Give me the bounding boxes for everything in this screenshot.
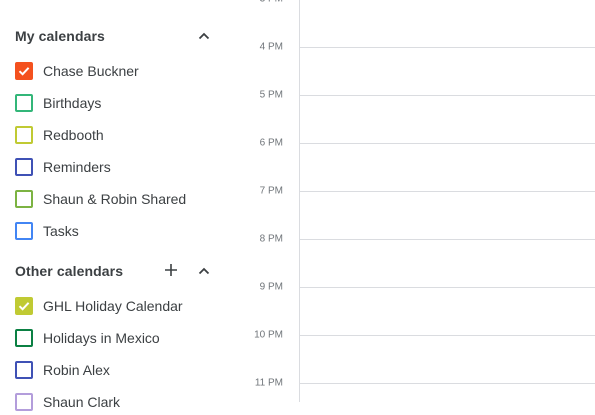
hour-gridline <box>299 287 595 288</box>
calendar-item-tasks[interactable]: Tasks <box>15 218 220 244</box>
collapse-other-calendars-chevron-up-icon[interactable] <box>193 260 215 282</box>
calendar-item-shaun-and-robin-shared[interactable]: Shaun & Robin Shared <box>15 186 220 212</box>
collapse-my-calendars-chevron-up-icon[interactable] <box>193 25 215 47</box>
other-calendars-title: Other calendars <box>15 263 124 279</box>
time-label: 6 PM <box>259 137 283 149</box>
calendar-sidebar: My calendars Chase Buckner Birthdays Redbo… <box>0 0 228 411</box>
checkbox-checked-icon[interactable] <box>15 297 33 315</box>
calendar-item-label: Shaun Clark <box>43 394 121 410</box>
time-label: 7 PM <box>259 185 283 197</box>
other-calendars-header[interactable]: Other calendars <box>15 257 215 285</box>
checkbox-unchecked-icon[interactable] <box>15 329 33 347</box>
time-label: 11 PM <box>254 377 283 389</box>
hour-gridline <box>299 143 595 144</box>
calendar-item-shaun-clark[interactable]: Shaun Clark <box>15 389 220 415</box>
calendar-item-holidays-in-mexico[interactable]: Holidays in Mexico <box>15 325 220 351</box>
add-other-calendar-plus-icon[interactable] <box>160 259 182 281</box>
hour-gridline <box>299 383 595 384</box>
time-label: 5 PM <box>259 89 283 101</box>
hour-gridline <box>299 335 595 336</box>
checkbox-unchecked-icon[interactable] <box>15 190 33 208</box>
calendar-item-label: Chase Buckner <box>43 63 139 79</box>
my-calendars-title: My calendars <box>15 28 105 44</box>
checkbox-unchecked-icon[interactable] <box>15 393 33 411</box>
calendar-item-label: Robin Alex <box>43 362 110 378</box>
grid-vertical-divider <box>299 0 300 402</box>
checkbox-checked-icon[interactable] <box>15 62 33 80</box>
calendar-item-robin-alex[interactable]: Robin Alex <box>15 357 220 383</box>
checkbox-unchecked-icon[interactable] <box>15 222 33 240</box>
time-label: 9 PM <box>259 281 283 293</box>
time-label: 3 PM <box>228 0 283 5</box>
calendar-item-label: GHL Holiday Calendar <box>43 298 183 314</box>
calendar-item-reminders[interactable]: Reminders <box>15 154 220 180</box>
calendar-item-label: Reminders <box>43 159 111 175</box>
time-label: 8 PM <box>259 233 283 245</box>
calendar-item-label: Tasks <box>43 223 79 239</box>
calendar-item-label: Redbooth <box>43 127 104 143</box>
my-calendars-header[interactable]: My calendars <box>15 22 215 50</box>
calendar-item-label: Shaun & Robin Shared <box>43 191 187 207</box>
day-time-grid[interactable]: 3 PM 4 PM 5 PM 6 PM 7 PM 8 PM 9 PM 10 PM 11 PM <box>228 0 595 402</box>
time-label: 4 PM <box>259 41 283 53</box>
checkbox-unchecked-icon[interactable] <box>15 158 33 176</box>
checkbox-unchecked-icon[interactable] <box>15 126 33 144</box>
calendar-item-label: Birthdays <box>43 95 102 111</box>
hour-gridline <box>299 191 595 192</box>
checkbox-unchecked-icon[interactable] <box>15 94 33 112</box>
hour-gridline <box>299 239 595 240</box>
checkbox-unchecked-icon[interactable] <box>15 361 33 379</box>
calendar-item-redbooth[interactable]: Redbooth <box>15 122 220 148</box>
time-label: 10 PM <box>254 329 283 341</box>
calendar-item-label: Holidays in Mexico <box>43 330 160 346</box>
hour-gridline <box>299 95 595 96</box>
calendar-item-birthdays[interactable]: Birthdays <box>15 90 220 116</box>
hour-gridline <box>299 47 595 48</box>
calendar-item-chase-buckner[interactable]: Chase Buckner <box>15 58 220 84</box>
calendar-item-ghl-holiday-calendar[interactable]: GHL Holiday Calendar <box>15 293 220 319</box>
